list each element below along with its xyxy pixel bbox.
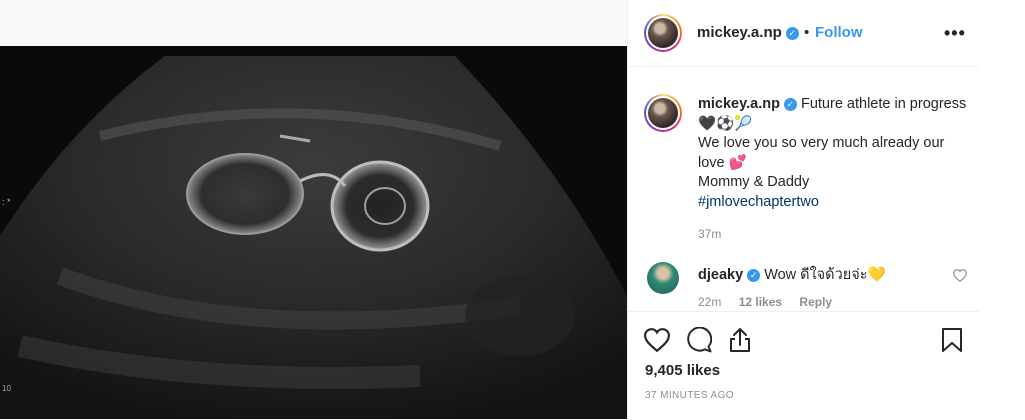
comment-meta: 22m 12 likes Reply xyxy=(698,295,846,309)
more-icon[interactable]: ••• xyxy=(944,23,966,44)
commenter-username[interactable]: djeaky xyxy=(698,267,743,283)
commenter-avatar[interactable] xyxy=(647,262,679,294)
post-image[interactable]: : * 10 xyxy=(0,46,627,419)
verified-icon: ✓ xyxy=(785,27,799,40)
reply-button[interactable]: Reply xyxy=(799,295,832,309)
likes-count[interactable]: 9,405 likes xyxy=(645,362,720,379)
post-timestamp[interactable]: 37 MINUTES AGO xyxy=(645,390,734,401)
post-actions: 9,405 likes 37 MINUTES AGO xyxy=(628,311,980,420)
post-header: mickey.a.np ✓ • Follow ••• xyxy=(628,0,980,67)
heart-icon[interactable] xyxy=(644,328,670,352)
separator-dot: • xyxy=(804,24,810,41)
caption-line-2: We love you so very much already our lov… xyxy=(698,135,945,171)
post-caption: mickey.a.np ✓ Future athlete in progress … xyxy=(698,95,968,212)
comment-like-heart-icon[interactable] xyxy=(953,269,967,282)
caption-timestamp[interactable]: 37m xyxy=(698,227,721,241)
author-username[interactable]: mickey.a.np ✓ xyxy=(697,24,799,41)
comment-text: Wow ดีใจด้วยจ่ะ💛 xyxy=(764,267,886,283)
verified-icon: ✓ xyxy=(747,269,761,282)
scan-depth-label: 10 xyxy=(2,384,11,393)
comment-icon[interactable] xyxy=(686,327,712,353)
comment-likes[interactable]: 12 likes xyxy=(739,295,782,309)
share-icon[interactable] xyxy=(729,327,751,353)
caption-username[interactable]: mickey.a.np xyxy=(698,96,780,112)
follow-button[interactable]: Follow xyxy=(815,24,863,41)
comment-time[interactable]: 22m xyxy=(698,295,721,309)
caption-avatar[interactable] xyxy=(644,94,682,132)
ultrasound-image xyxy=(0,46,627,419)
bookmark-icon[interactable] xyxy=(941,327,963,353)
right-gutter xyxy=(979,0,1025,419)
caption-line-3: Mommy & Daddy xyxy=(698,174,810,190)
hashtag-link[interactable]: #jmlovechaptertwo xyxy=(698,194,819,210)
scan-edge-marks: : * xyxy=(2,197,11,207)
verified-icon: ✓ xyxy=(783,98,797,111)
post-sidebar: mickey.a.np ✓ • Follow ••• mickey.a.np ✓ F… xyxy=(627,0,980,419)
author-avatar[interactable] xyxy=(644,14,682,52)
comment-body: djeaky ✓ Wow ดีใจด้วยจ่ะ💛 xyxy=(698,263,886,286)
